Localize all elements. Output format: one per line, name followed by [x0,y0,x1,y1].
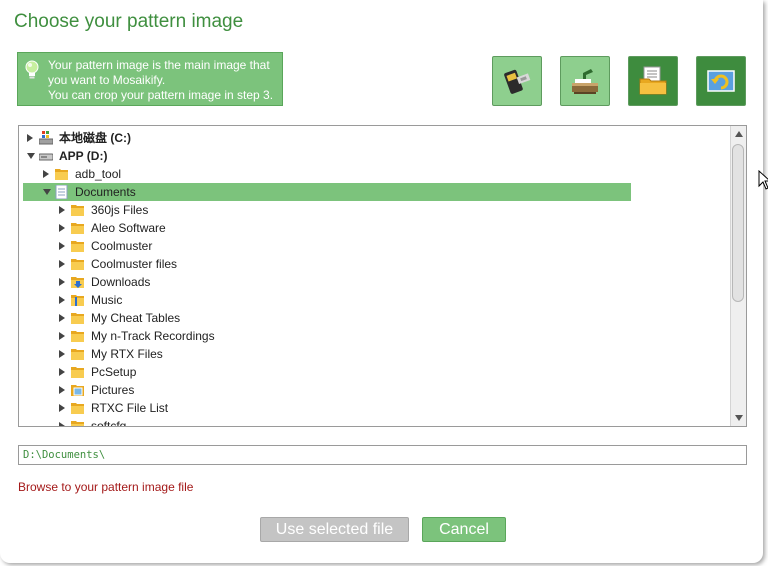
cursor-icon [758,170,768,190]
info-text: Your pattern image is the main image tha… [48,58,284,103]
tree-item-label: 本地磁盘 (C:) [59,131,131,145]
folder-icon [71,331,84,342]
hint-text: Browse to your pattern image file [18,480,194,494]
folder-icon [71,241,84,252]
tree-item-label: PcSetup [91,365,137,379]
documents-folder-icon [55,185,68,199]
expand-down-icon[interactable] [43,189,51,195]
folder-document-icon [639,66,667,95]
tree-item-label: Coolmuster files [91,257,178,271]
tree-item-label: My RTX Files [91,347,163,361]
info-box: Your pattern image is the main image tha… [17,52,283,106]
folder-icon [55,169,68,180]
expand-right-icon[interactable] [59,332,65,340]
music-folder-icon [71,295,84,306]
scroll-down-icon[interactable] [731,410,746,426]
info-line: You can crop your pattern image in step … [48,88,274,102]
folder-icon [71,367,84,378]
expand-down-icon[interactable] [27,153,35,159]
refresh-icon [707,70,735,92]
scroll-thumb[interactable] [732,144,744,302]
folder-icon [71,421,84,426]
expand-right-icon[interactable] [59,278,65,286]
lightbulb-icon [25,60,39,79]
tree-item-label: My Cheat Tables [91,311,181,325]
tree-item-label: Coolmuster [91,239,153,253]
folder-icon [71,313,84,324]
expand-right-icon[interactable] [59,422,65,426]
refresh-button[interactable] [696,56,746,106]
info-line: you want to Mosaikify. [48,73,166,87]
browse-folder-button[interactable] [628,56,678,106]
cancel-button[interactable]: Cancel [422,517,506,542]
folder-icon [71,205,84,216]
tree-item-label: APP (D:) [59,149,108,163]
scroll-up-icon[interactable] [731,126,746,142]
usb-drive-button[interactable] [492,56,542,106]
tree-item-label: softcfg [91,419,127,427]
tree-item-label: Pictures [91,383,135,397]
folder-icon [71,223,84,234]
downloads-folder-icon [71,277,84,288]
windows-drive-icon [39,131,53,145]
tree-item-label: 360js Files [91,203,149,217]
expand-right-icon[interactable] [59,314,65,322]
use-selected-file-button[interactable]: Use selected file [260,517,409,542]
tree-item-label: My n-Track Recordings [91,329,215,343]
expand-right-icon[interactable] [59,206,65,214]
tree-item-label: adb_tool [75,167,122,181]
scanner-icon [572,69,598,94]
scanner-button[interactable] [560,56,610,106]
expand-right-icon[interactable] [59,224,65,232]
folder-icon [71,349,84,360]
choose-pattern-dialog: Choose your pattern image Your pattern i… [0,0,763,563]
drive-icon [39,153,53,161]
expand-right-icon[interactable] [59,296,65,304]
expand-right-icon[interactable] [59,260,65,268]
expand-right-icon[interactable] [59,368,65,376]
dialog-title: Choose your pattern image [14,11,244,32]
tree-item-label: Aleo Software [91,221,166,235]
tree-scrollbar[interactable] [730,126,746,426]
expand-right-icon[interactable] [59,404,65,412]
tree-item[interactable]: Documents [23,183,631,201]
expand-right-icon[interactable] [43,170,49,178]
expand-right-icon[interactable] [59,242,65,250]
path-field[interactable]: D:\Documents\ [18,445,747,465]
folder-tree[interactable]: 本地磁盘 (C:) APP (D:) adb_tool Documents 360js … [18,125,747,427]
info-line: Your pattern image is the main image tha… [48,58,270,72]
expand-right-icon[interactable] [59,350,65,358]
pictures-folder-icon [71,385,84,396]
tree-item-label: Documents [75,185,136,199]
tree-item-label: Music [91,293,123,307]
tree-item-label: Downloads [91,275,151,289]
expand-right-icon[interactable] [27,134,33,142]
folder-icon [71,259,84,270]
tree-item-label: RTXC File List [91,401,169,415]
folder-icon [71,403,84,414]
usb-drive-icon [504,69,531,94]
expand-right-icon[interactable] [59,386,65,394]
